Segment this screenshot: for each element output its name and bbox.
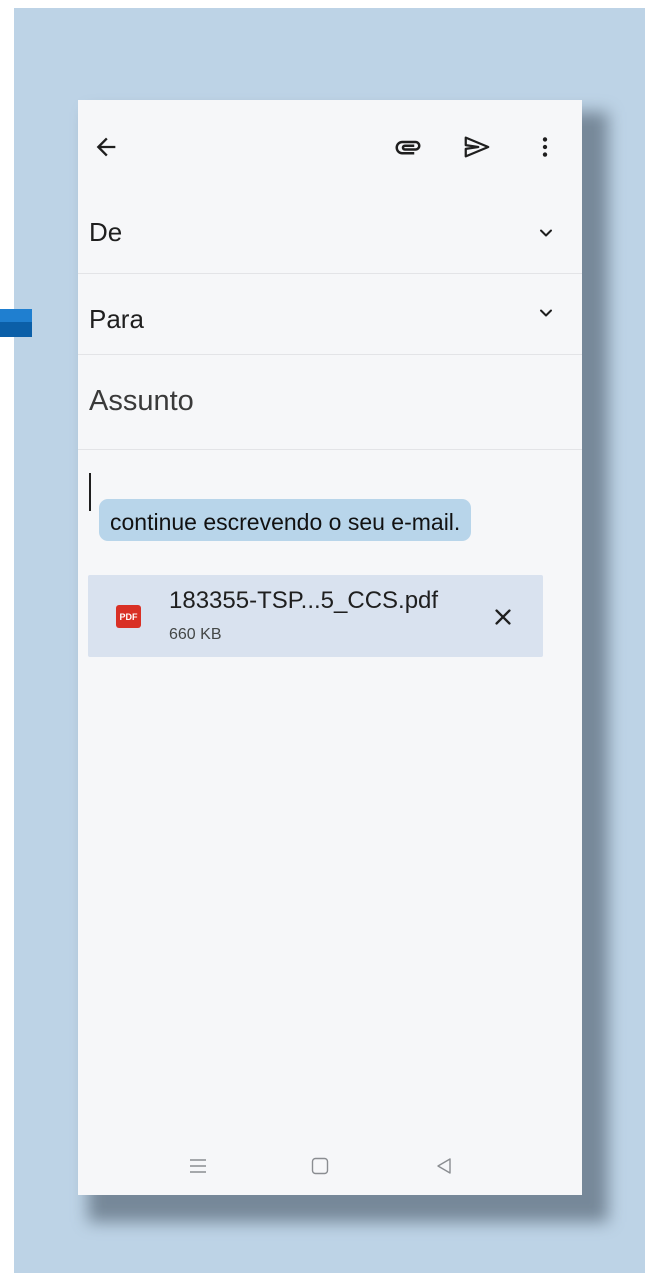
more-vertical-icon	[542, 137, 548, 157]
system-navigation-bar	[78, 1140, 582, 1190]
send-button[interactable]	[459, 129, 495, 165]
from-label: De	[89, 217, 123, 247]
remove-attachment-button[interactable]	[488, 602, 518, 632]
attachment-file-size: 660 KB	[169, 626, 222, 643]
back-button[interactable]	[88, 129, 124, 165]
from-field[interactable]: De	[78, 195, 582, 274]
attach-button[interactable]	[390, 129, 426, 165]
subject-placeholder: Assunto	[89, 385, 194, 417]
to-label: Para	[89, 304, 144, 334]
chevron-down-icon[interactable]	[534, 221, 558, 245]
menu-icon[interactable]	[186, 1154, 210, 1178]
close-icon	[495, 609, 511, 625]
attachment-chip[interactable]: PDF 183355-TSP...5_CCS.pdf 660 KB	[88, 575, 543, 657]
send-icon	[464, 136, 490, 158]
gmail-compose-screen: De Para Assunto continue escrevendo o se…	[78, 100, 582, 1195]
more-options-button[interactable]	[527, 129, 563, 165]
pdf-file-icon: PDF	[116, 605, 141, 628]
attachment-file-name: 183355-TSP...5_CCS.pdf	[169, 587, 439, 614]
chevron-down-icon[interactable]	[534, 301, 558, 325]
to-field[interactable]: Para	[78, 274, 582, 355]
text-cursor	[89, 473, 91, 511]
compose-toolbar	[78, 100, 582, 195]
arrow-back-icon	[96, 137, 116, 157]
decorative-blue-tab	[0, 309, 32, 337]
smart-compose-suggestion[interactable]: continue escrevendo o seu e-mail.	[99, 499, 472, 541]
back-triangle-icon[interactable]	[432, 1154, 456, 1178]
subject-field[interactable]: Assunto	[78, 355, 582, 450]
home-icon[interactable]	[308, 1154, 332, 1178]
paperclip-icon	[395, 140, 421, 155]
